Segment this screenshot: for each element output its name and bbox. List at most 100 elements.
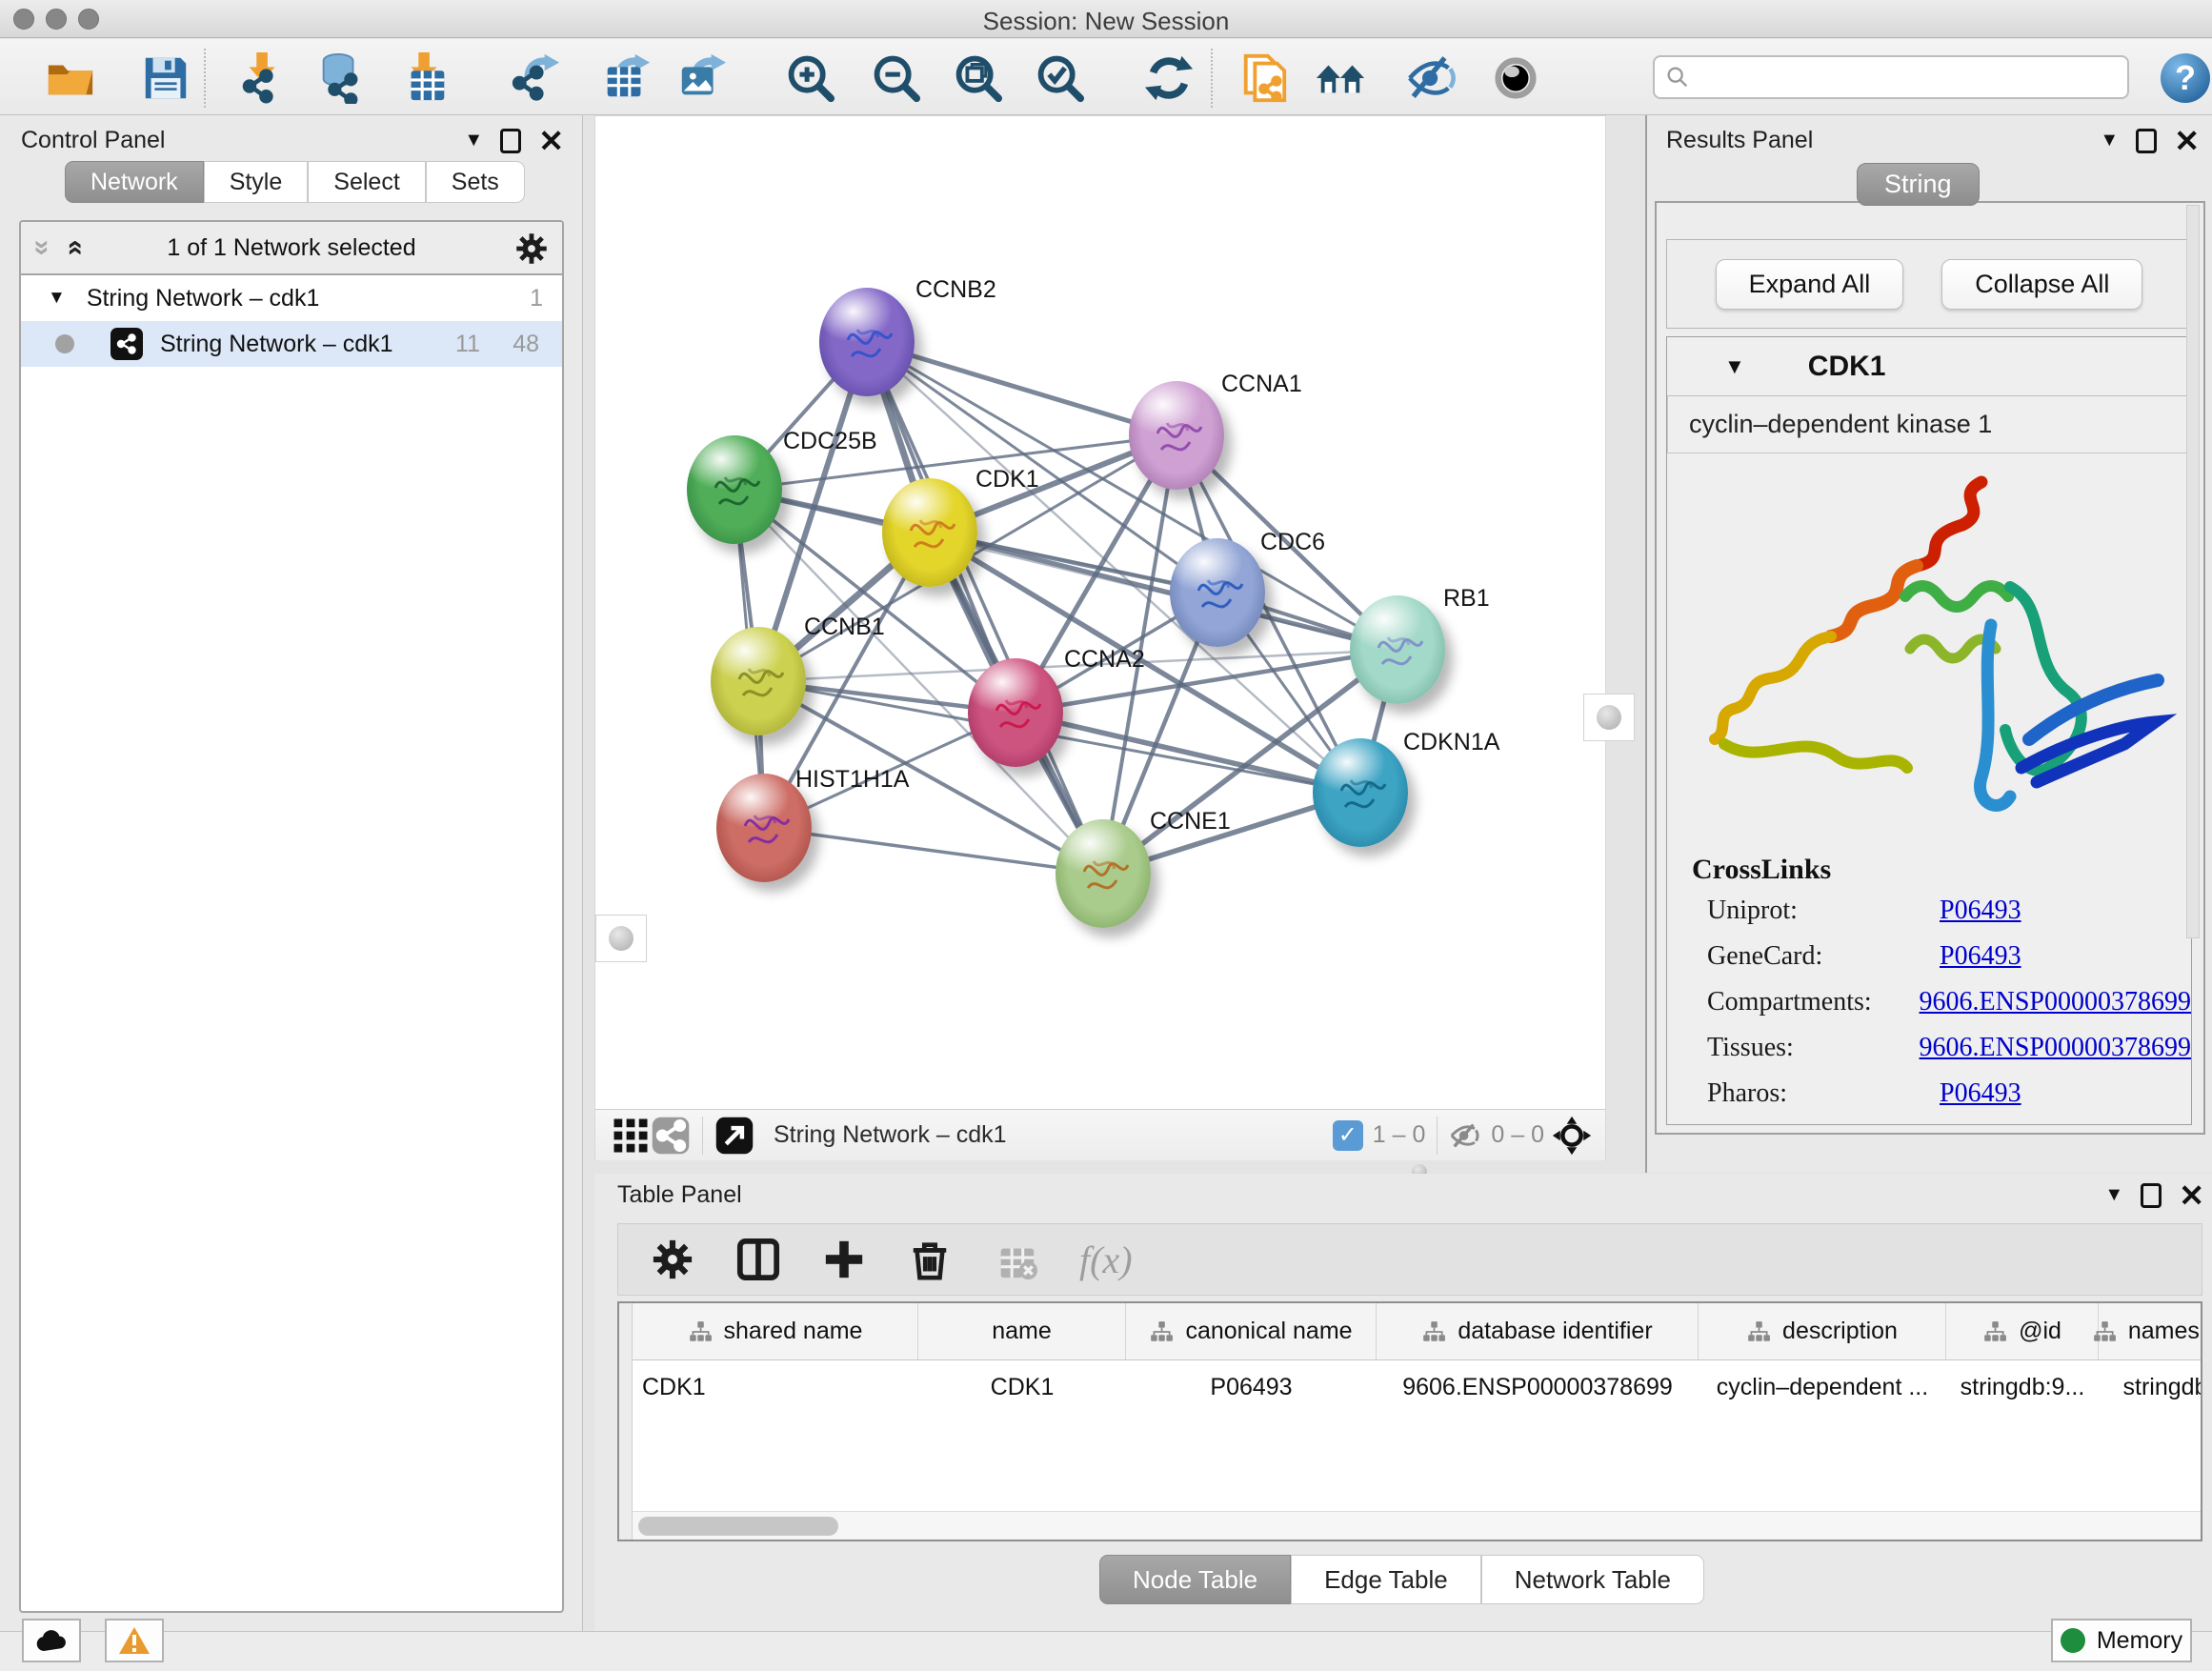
- delete-table-icon[interactable]: [994, 1238, 1037, 1281]
- table-cell[interactable]: stringdb: [2099, 1360, 2202, 1414]
- import-network-database-icon[interactable]: [312, 50, 368, 106]
- selected-checkbox-icon[interactable]: ✓: [1333, 1120, 1363, 1151]
- import-table-icon[interactable]: [398, 50, 453, 106]
- tab-edge-table[interactable]: Edge Table: [1291, 1555, 1481, 1604]
- first-neighbors-icon[interactable]: [1313, 50, 1368, 106]
- crosslink-link[interactable]: P06493: [1940, 1078, 2021, 1108]
- export-table-icon[interactable]: [598, 50, 654, 106]
- columns-icon[interactable]: [736, 1238, 780, 1281]
- left-splitter-handle[interactable]: [595, 915, 647, 962]
- column-header-database-identifier[interactable]: database identifier: [1377, 1303, 1699, 1359]
- panel-maximize-icon[interactable]: [2136, 129, 2157, 153]
- export-image-icon[interactable]: [674, 50, 730, 106]
- panel-close-icon[interactable]: ✕: [538, 131, 564, 151]
- right-splitter-handle[interactable]: [1583, 694, 1635, 741]
- warnings-button[interactable]: [105, 1619, 164, 1662]
- crosslink-link[interactable]: 9606.ENSP00000378699: [1920, 1033, 2191, 1062]
- cloud-services-button[interactable]: [22, 1619, 81, 1662]
- help-button[interactable]: ?: [2161, 53, 2210, 103]
- birds-eye-view-icon[interactable]: [611, 1116, 651, 1156]
- save-icon[interactable]: [138, 50, 193, 106]
- tab-network[interactable]: Network: [65, 161, 204, 203]
- memory-status-icon: [2061, 1628, 2085, 1653]
- table-gear-icon[interactable]: [651, 1238, 694, 1281]
- table-row[interactable]: CDK1CDK1P064939606.ENSP00000378699cyclin…: [633, 1360, 2202, 1414]
- network-node-ccnb2[interactable]: [819, 288, 915, 396]
- refresh-icon[interactable]: [1141, 50, 1196, 106]
- column-header--id[interactable]: @id: [1946, 1303, 2099, 1359]
- zoom-selected-icon[interactable]: [1033, 50, 1088, 106]
- open-in-browser-icon[interactable]: [714, 1116, 754, 1156]
- clone-network-icon[interactable]: [1237, 50, 1292, 106]
- network-row[interactable]: String Network – cdk1 11 48: [21, 321, 562, 367]
- function-builder-icon[interactable]: f(x): [1079, 1238, 1133, 1282]
- hide-selected-icon[interactable]: [1404, 50, 1459, 106]
- column-header-canonical-name[interactable]: canonical name: [1126, 1303, 1377, 1359]
- crosslink-link[interactable]: P06493: [1940, 941, 2021, 971]
- panel-maximize-icon[interactable]: [2141, 1183, 2162, 1208]
- search-box[interactable]: [1653, 55, 2129, 99]
- table-cell[interactable]: 9606.ENSP00000378699: [1377, 1360, 1699, 1414]
- export-network-icon[interactable]: [508, 50, 563, 106]
- tab-network-table[interactable]: Network Table: [1481, 1555, 1704, 1604]
- crosslink-link[interactable]: P06493: [1940, 896, 2021, 925]
- network-node-ccna1[interactable]: [1129, 381, 1224, 490]
- panel-float-icon[interactable]: ▼: [464, 130, 483, 151]
- tab-style[interactable]: Style: [204, 161, 309, 203]
- node-label: CCNE1: [1150, 808, 1231, 836]
- network-node-cdk1[interactable]: [882, 478, 977, 587]
- tab-sets[interactable]: Sets: [426, 161, 525, 203]
- collapse-all-button[interactable]: Collapse All: [1941, 259, 2142, 310]
- network-node-ccne1[interactable]: [1056, 819, 1151, 928]
- panel-close-icon[interactable]: ✕: [2174, 131, 2200, 151]
- tab-select[interactable]: Select: [308, 161, 425, 203]
- control-panel: Control Panel ▼ ✕ NetworkStyleSelectSets…: [0, 115, 583, 1631]
- network-canvas[interactable]: CCNB2 CCNA1 CDC25B CDK1 CDC6 RB1 CCNB1 C…: [595, 116, 1605, 1109]
- delete-row-icon[interactable]: [908, 1238, 952, 1281]
- node-table[interactable]: shared namename canonical name database …: [617, 1301, 2202, 1541]
- network-node-cdc25b[interactable]: [687, 435, 782, 544]
- open-folder-icon[interactable]: [43, 50, 98, 106]
- table-cell[interactable]: stringdb:9...: [1946, 1360, 2099, 1414]
- table-hscrollbar[interactable]: [633, 1511, 2201, 1540]
- network-view-panel: CCNB2 CCNA1 CDC25B CDK1 CDC6 RB1 CCNB1 C…: [594, 115, 1606, 1160]
- tab-string[interactable]: String: [1857, 163, 1980, 206]
- expand-all-button[interactable]: Expand All: [1716, 259, 1904, 310]
- results-scrollbar[interactable]: [2186, 205, 2200, 938]
- string-style-icon[interactable]: [651, 1116, 691, 1156]
- table-cell[interactable]: cyclin–dependent ...: [1699, 1360, 1946, 1414]
- table-cell[interactable]: P06493: [1126, 1360, 1377, 1414]
- network-collection-row[interactable]: ▼ String Network – cdk1 1: [21, 275, 562, 321]
- column-header-name[interactable]: name: [918, 1303, 1126, 1359]
- memory-button[interactable]: Memory: [2051, 1619, 2192, 1662]
- table-cell[interactable]: CDK1: [633, 1360, 918, 1414]
- column-header-description[interactable]: description: [1699, 1303, 1946, 1359]
- import-network-icon[interactable]: [236, 50, 292, 106]
- zoom-fit-icon[interactable]: [951, 50, 1006, 106]
- panel-maximize-icon[interactable]: [500, 129, 521, 153]
- result-card-header[interactable]: ▼ CDK1: [1667, 337, 2191, 396]
- show-hidden-icon[interactable]: [1488, 50, 1543, 106]
- crosslink-link[interactable]: 9606.ENSP00000378699: [1920, 987, 2191, 1017]
- zoom-out-icon[interactable]: [869, 50, 924, 106]
- collapse-caret-icon[interactable]: ▼: [1724, 354, 1745, 379]
- column-header-namespac[interactable]: namespac: [2099, 1303, 2202, 1359]
- collection-caret-icon[interactable]: ▼: [48, 288, 66, 309]
- network-node-cdkn1a[interactable]: [1313, 738, 1408, 847]
- search-input[interactable]: [1691, 58, 2127, 96]
- add-row-icon[interactable]: [822, 1238, 866, 1281]
- tab-node-table[interactable]: Node Table: [1099, 1555, 1291, 1604]
- network-node-ccna2[interactable]: [968, 658, 1063, 767]
- table-cell[interactable]: CDK1: [918, 1360, 1126, 1414]
- network-options-gear-icon[interactable]: [514, 232, 549, 266]
- network-node-cdc6[interactable]: [1170, 538, 1265, 647]
- panel-close-icon[interactable]: ✕: [2179, 1185, 2204, 1206]
- results-panel-title: Results Panel: [1666, 127, 1813, 154]
- network-node-ccnb1[interactable]: [711, 627, 806, 735]
- panel-float-icon[interactable]: ▼: [2100, 130, 2119, 151]
- panel-float-icon[interactable]: ▼: [2104, 1184, 2123, 1206]
- zoom-in-icon[interactable]: [783, 50, 838, 106]
- network-node-rb1[interactable]: [1350, 595, 1445, 704]
- column-header-shared-name[interactable]: shared name: [633, 1303, 918, 1359]
- fit-content-crosshair-icon[interactable]: [1552, 1116, 1592, 1156]
